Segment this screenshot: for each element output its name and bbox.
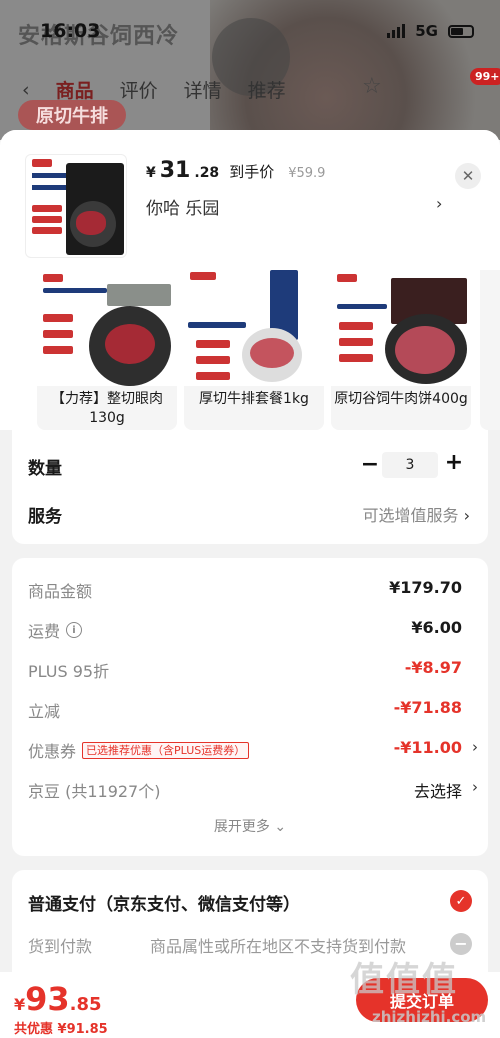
breakdown-row: 立减 -¥71.88 [28, 698, 472, 722]
price-tag: 到手价 [229, 163, 275, 181]
purchase-sheet: ¥ 31 .28 到手价 ¥59.9 你哈 乐园 › ✕ 【力荐】整切眼肉130… [0, 130, 500, 1038]
battery-icon [448, 24, 474, 38]
chevron-right-icon: › [472, 738, 478, 756]
background-tab-product: 商品 [55, 80, 94, 102]
option-card-label: 原切谷饲牛肉饼400g [334, 391, 468, 407]
option-card-label: 厚切牛排套餐1kg [199, 391, 309, 407]
price-currency: ¥ [146, 165, 156, 181]
option-card-image [184, 270, 324, 386]
total-saving: 共优惠 ¥91.85 [14, 1022, 108, 1037]
quantity-input[interactable]: 3 [382, 452, 438, 478]
breakdown-row: PLUS 95折 -¥8.97 [28, 658, 472, 682]
coupon-row[interactable]: 优惠券 已选推荐优惠（含PLUS运费券） -¥11.00 › [28, 738, 478, 762]
quantity-label: 数量 [28, 459, 62, 479]
breakdown-value: ¥6.00 [411, 618, 462, 637]
service-label: 服务 [28, 507, 62, 527]
status-icons: 5G [387, 22, 474, 40]
quantity-increase-button[interactable]: + [442, 450, 466, 475]
quantity-decrease-button[interactable]: − [358, 452, 382, 477]
background-tab-reviews: 评价 [119, 80, 158, 102]
watermark-logo: 值值值 [350, 960, 458, 1000]
cart-badge: 99+ [470, 68, 500, 85]
total-integer: 93 [25, 980, 70, 1018]
info-icon[interactable]: i [66, 622, 83, 638]
network-label: 5G [415, 22, 438, 40]
breakdown-value: 去选择 [413, 782, 462, 801]
coupon-tag: 已选推荐优惠（含PLUS运费券） [82, 741, 250, 759]
breakdown-value: -¥8.97 [404, 658, 462, 677]
breakdown-label: 商品金额 [28, 582, 93, 601]
breakdown-row: 商品金额 ¥179.70 [28, 578, 472, 602]
option-card[interactable]: 【力荐】整切眼肉130g [37, 270, 177, 430]
status-time: 16:03 [40, 20, 101, 42]
chevron-right-icon: › [472, 778, 478, 796]
option-card-label: 【力荐】整切眼肉130g [51, 391, 163, 426]
signal-icon [387, 24, 406, 38]
option-card-image [331, 270, 471, 386]
breakdown-label: 运费 [28, 622, 61, 641]
background-product-page: 安格斯谷饲西冷 16:03 5G ‹ 商品 评价 详情 推荐 ☆ 99+ 原切牛… [0, 0, 500, 140]
breakdown-label: 立减 [28, 702, 61, 721]
total-decimal: .85 [69, 994, 102, 1015]
expand-more-button[interactable]: 展开更多 ⌄ [12, 816, 488, 836]
background-tabs: ‹ 商品 评价 详情 推荐 [22, 76, 286, 103]
selected-variant[interactable]: 你哈 乐园 [146, 194, 219, 219]
breakdown-value: -¥11.00 [393, 738, 462, 757]
payment-option-online[interactable]: 普通支付（京东支付、微信支付等） [28, 890, 300, 915]
chevron-right-icon[interactable]: › [436, 194, 442, 213]
total-currency: ¥ [14, 995, 26, 1014]
price-decimal: .28 [194, 165, 220, 181]
option-card[interactable]: 厚切牛排套餐1kg [184, 270, 324, 430]
price-integer: 31 [159, 158, 191, 183]
option-card-image [37, 270, 177, 386]
service-selector[interactable]: 可选增值服务 › [362, 502, 470, 526]
total-price: ¥ 93 .85 [14, 980, 102, 1018]
chevron-right-icon: › [463, 506, 470, 525]
option-card[interactable]: 原切谷饲牛肉饼400g [331, 270, 471, 430]
quantity-service-panel: 数量 − 3 + 服务 可选增值服务 › [12, 430, 488, 544]
service-value: 可选增值服务 [362, 506, 459, 525]
check-icon[interactable]: ✓ [450, 890, 472, 912]
watermark-url: zhizhizhi.com [372, 1008, 487, 1026]
back-icon: ‹ [22, 78, 30, 101]
breakdown-label: 优惠券 [28, 742, 77, 761]
star-icon: ☆ [362, 74, 382, 99]
sheet-header: ¥ 31 .28 到手价 ¥59.9 你哈 乐园 › ✕ [0, 130, 500, 270]
product-thumbnail[interactable] [25, 154, 127, 258]
jingdou-row[interactable]: 京豆 (共11927个) 去选择 › [28, 778, 478, 802]
option-card-partial[interactable] [480, 270, 500, 430]
background-tab-recommend: 推荐 [247, 80, 286, 102]
background-chip: 原切牛排 [18, 100, 126, 130]
payment-option-cod: 货到付款 [28, 937, 93, 956]
background-tab-details: 详情 [183, 80, 222, 102]
breakdown-value: -¥71.88 [393, 698, 462, 717]
breakdown-value: ¥179.70 [389, 578, 462, 597]
breakdown-label: PLUS 95折 [28, 662, 110, 681]
breakdown-row: 运费 i ¥6.00 [28, 618, 472, 642]
close-icon[interactable]: ✕ [455, 163, 481, 189]
price-row: ¥ 31 .28 到手价 ¥59.9 [146, 158, 325, 183]
original-price: ¥59.9 [288, 166, 326, 181]
product-options-strip: 【力荐】整切眼肉130g 厚切牛排套餐1kg 原切谷饲牛肉饼400g [0, 270, 500, 430]
price-breakdown: 商品金额 ¥179.70 运费 i ¥6.00 PLUS 95折 -¥8.97 立… [12, 558, 488, 856]
breakdown-label: 京豆 (共11927个) [28, 782, 161, 801]
